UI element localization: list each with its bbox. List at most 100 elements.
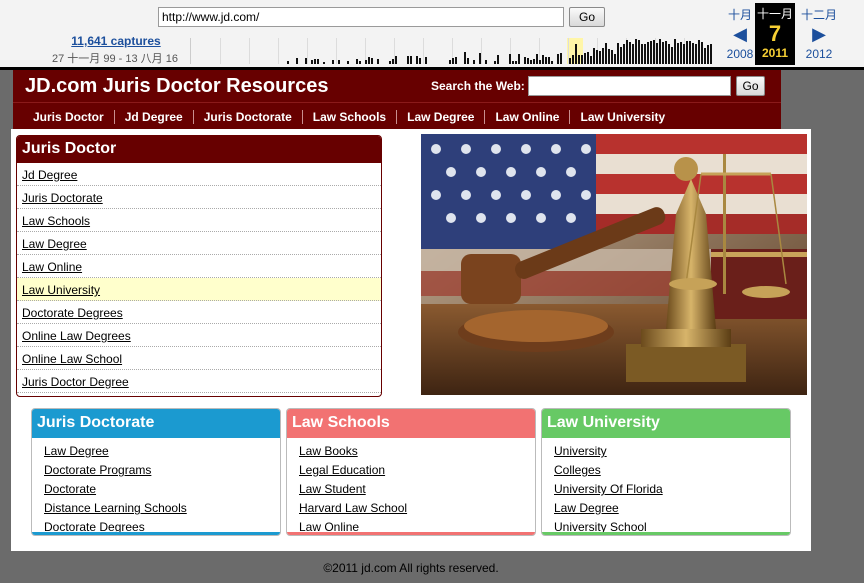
next-arrow-icon[interactable]: ▶ <box>797 23 841 45</box>
jd-link[interactable]: Jd Degree <box>17 163 381 186</box>
column-link[interactable]: Law Degree <box>542 499 790 518</box>
nav-item-jd-degree[interactable]: Jd Degree <box>113 110 193 124</box>
link-text[interactable]: Jd Degree <box>22 168 77 182</box>
law-schools-title: Law Schools <box>287 409 535 438</box>
link-text[interactable]: Law University <box>22 283 100 297</box>
link-text[interactable]: Law Books <box>299 444 358 458</box>
jd-link[interactable]: Online Law School <box>17 347 381 370</box>
column-link[interactable]: Legal Education <box>287 461 535 480</box>
juris-doctorate-title: Juris Doctorate <box>32 409 280 438</box>
jd-link[interactable]: Law Schools <box>17 209 381 232</box>
link-text[interactable]: Juris Doctor Degree <box>22 375 129 389</box>
link-text[interactable]: Law Degree <box>44 444 109 458</box>
capture-bar <box>332 59 334 64</box>
column-link[interactable]: Distance Learning Schools <box>32 499 280 518</box>
capture-bar <box>392 59 394 64</box>
capture-date-range: 27 十一月 99 - 13 八月 16 <box>52 53 178 65</box>
nav-item-law-online[interactable]: Law Online <box>484 110 569 124</box>
jd-link[interactable]: Juris Doctor Degree <box>17 370 381 393</box>
jd-link-highlighted[interactable]: Law University <box>17 278 381 301</box>
column-bottom-border <box>32 532 280 535</box>
link-text[interactable]: University <box>554 444 607 458</box>
link-text[interactable]: Distance Learning Schools <box>44 501 187 515</box>
capture-bar <box>407 55 409 64</box>
capture-bar <box>626 39 628 64</box>
juris-doctor-box-title: Juris Doctor <box>17 136 381 163</box>
jd-link[interactable]: Law Online <box>17 255 381 278</box>
column-link[interactable]: Harvard Law School <box>287 499 535 518</box>
capture-bar <box>287 60 289 64</box>
link-text[interactable]: Doctorate <box>44 482 96 496</box>
jd-link[interactable]: Doctorate Degrees <box>17 301 381 324</box>
nav-item-law-schools[interactable]: Law Schools <box>301 110 396 124</box>
capture-bar <box>590 55 592 64</box>
jd-link[interactable]: Juris Doctorate <box>17 186 381 209</box>
link-text[interactable]: Colleges <box>554 463 601 477</box>
capture-bar <box>653 39 655 64</box>
capture-bar <box>605 43 607 64</box>
capture-bar <box>449 59 451 64</box>
link-text[interactable]: Law Degree <box>554 501 619 515</box>
capture-bar <box>518 53 520 64</box>
capture-bar <box>668 44 670 64</box>
link-text[interactable]: Juris Doctorate <box>22 191 103 205</box>
link-text[interactable]: Online Law Degrees <box>22 329 131 343</box>
search-input[interactable] <box>528 76 731 96</box>
capture-sparkline[interactable] <box>190 38 716 64</box>
capture-bar <box>608 48 610 64</box>
link-text[interactable]: Doctorate Programs <box>44 463 151 477</box>
capture-bar <box>698 40 700 64</box>
capture-bar <box>305 58 307 64</box>
capture-bar <box>494 60 496 64</box>
current-capture-date: 十一月 7 2011 <box>755 3 795 65</box>
wayback-url-input[interactable] <box>158 7 564 27</box>
column-link[interactable]: Law Student <box>287 480 535 499</box>
column-link[interactable]: University Of Florida <box>542 480 790 499</box>
capture-bar <box>587 51 589 64</box>
search-go-button[interactable]: Go <box>736 76 765 96</box>
capture-bar <box>338 59 340 64</box>
link-text[interactable]: University Of Florida <box>554 482 663 496</box>
column-link[interactable]: Colleges <box>542 461 790 480</box>
nav-item-juris-doctor[interactable]: Juris Doctor <box>23 110 114 124</box>
capture-bar <box>536 53 538 64</box>
next-month-label[interactable]: 十二月 <box>797 6 841 23</box>
link-text[interactable]: Online Law School <box>22 352 122 366</box>
column-link[interactable]: Doctorate <box>32 480 280 499</box>
link-text[interactable]: Law Student <box>299 482 366 496</box>
link-text[interactable]: Harvard Law School <box>299 501 407 515</box>
year-divider <box>307 38 308 64</box>
nav-item-law-degree[interactable]: Law Degree <box>396 110 484 124</box>
jd-link[interactable]: Law Degree <box>17 232 381 255</box>
link-text[interactable]: Legal Education <box>299 463 385 477</box>
capture-bar <box>635 39 637 64</box>
column-link[interactable]: University <box>542 442 790 461</box>
capture-bar <box>317 59 319 64</box>
wayback-go-button[interactable]: Go <box>569 7 605 27</box>
capture-bar <box>575 43 577 64</box>
link-text[interactable]: Law Online <box>22 260 82 274</box>
capture-bar <box>359 61 361 64</box>
column-link[interactable]: Doctorate Programs <box>32 461 280 480</box>
column-link[interactable]: Law Books <box>287 442 535 461</box>
nav-item-juris-doctorate[interactable]: Juris Doctorate <box>192 110 302 124</box>
link-text[interactable]: Law Degree <box>22 237 87 251</box>
capture-bar <box>584 53 586 64</box>
jd-link[interactable]: Online Law Degrees <box>17 324 381 347</box>
nav-item-law-university[interactable]: Law University <box>569 110 675 124</box>
capture-bar <box>650 40 652 64</box>
column-link[interactable]: Law Degree <box>32 442 280 461</box>
capture-bar <box>710 43 712 64</box>
capture-bar <box>629 41 631 64</box>
link-text[interactable]: Law Schools <box>22 214 90 228</box>
link-text[interactable]: Doctorate Degrees <box>22 306 123 320</box>
capture-bar <box>560 52 562 64</box>
capture-bar <box>578 54 580 64</box>
next-year-label[interactable]: 2012 <box>797 47 841 61</box>
next-capture-nav[interactable]: 十二月 ▶ 2012 <box>797 6 841 61</box>
law-university-title: Law University <box>542 409 790 438</box>
capture-bar <box>641 44 643 64</box>
juris-doctorate-box: Juris Doctorate Law Degree Doctorate Pro… <box>31 408 281 536</box>
capture-bar <box>611 50 613 64</box>
captures-link[interactable]: 11,641 captures <box>60 34 172 48</box>
